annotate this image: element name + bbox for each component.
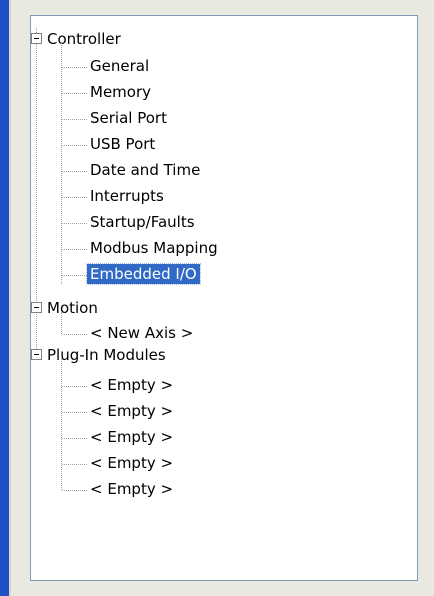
branch-line: [62, 223, 87, 224]
tree-node-embedded-io[interactable]: Embedded I/O: [86, 263, 201, 285]
branch-line: [62, 464, 87, 465]
tree-node-controller[interactable]: Controller: [44, 29, 124, 49]
branch-line: [62, 438, 87, 439]
branch-line: [62, 197, 87, 198]
branch-line: [62, 145, 87, 146]
branch-line: [62, 412, 87, 413]
branch-line: [62, 119, 87, 120]
motion-children-line: [61, 312, 62, 334]
window-accent-bar: [0, 0, 9, 596]
tree-node-startup-faults[interactable]: Startup/Faults: [87, 212, 198, 232]
tree-node-serial-port[interactable]: Serial Port: [87, 108, 170, 128]
tree-node-interrupts[interactable]: Interrupts: [87, 186, 167, 206]
branch-line: [62, 386, 87, 387]
tree-node-empty-slot[interactable]: < Empty >: [87, 401, 176, 421]
branch-line: [62, 249, 87, 250]
tree-node-empty-slot[interactable]: < Empty >: [87, 479, 176, 499]
tree-node-memory[interactable]: Memory: [87, 82, 154, 102]
plugin-children-line: [61, 359, 62, 490]
collapse-icon-controller[interactable]: [31, 33, 42, 44]
branch-line: [62, 171, 87, 172]
branch-line: [62, 334, 87, 335]
tree-node-empty-slot[interactable]: < Empty >: [87, 427, 176, 447]
tree-node-general[interactable]: General: [87, 56, 152, 76]
collapse-icon-motion[interactable]: [31, 302, 42, 313]
collapse-icon-plugin-modules[interactable]: [31, 349, 42, 360]
tree-node-date-and-time[interactable]: Date and Time: [87, 160, 203, 180]
tree-view[interactable]: Controller General Memory Serial Port US…: [30, 15, 418, 581]
branch-line: [62, 93, 87, 94]
tree-node-empty-slot[interactable]: < Empty >: [87, 375, 176, 395]
branch-line: [62, 67, 87, 68]
branch-line: [62, 490, 87, 491]
controller-children-line: [61, 43, 62, 284]
window-accent-edge: [9, 0, 11, 596]
tree-node-motion[interactable]: Motion: [44, 298, 101, 318]
tree-node-plugin-modules[interactable]: Plug-In Modules: [44, 345, 169, 365]
tree-node-modbus-mapping[interactable]: Modbus Mapping: [87, 238, 221, 258]
tree-node-usb-port[interactable]: USB Port: [87, 134, 158, 154]
branch-line: [62, 275, 87, 276]
tree-node-empty-slot[interactable]: < Empty >: [87, 453, 176, 473]
tree-node-new-axis[interactable]: < New Axis >: [87, 323, 196, 343]
